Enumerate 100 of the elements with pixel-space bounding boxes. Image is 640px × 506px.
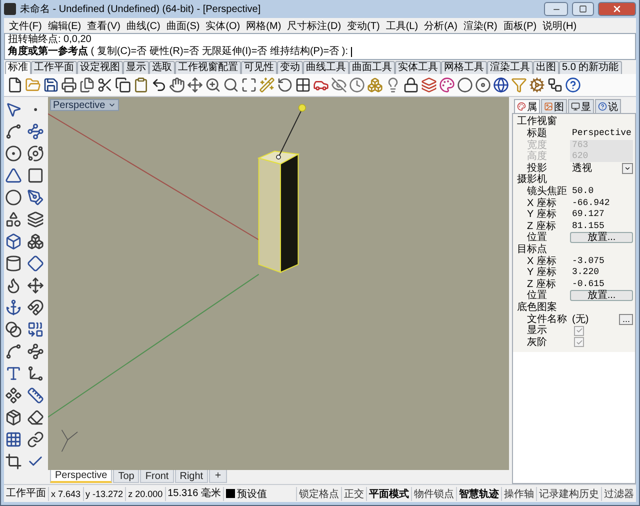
status-toggle[interactable]: 操作轴 [501,486,536,500]
waypoints-icon[interactable] [27,123,44,140]
toolbar-tab[interactable]: 实体工具 [395,61,441,74]
viewport-tab[interactable]: Front [140,470,174,483]
search-icon[interactable] [223,77,239,93]
menu-item[interactable]: 网格(M) [243,18,284,32]
property-value[interactable]: 50.0 [570,186,633,198]
toolbar-tab[interactable]: 显示 [123,61,149,74]
lock-icon[interactable] [403,77,419,93]
grid-icon[interactable] [5,431,22,448]
curve-icon[interactable] [5,123,22,140]
maximize-icon[interactable] [241,77,257,93]
cylinder-icon[interactable] [5,255,22,272]
workflow-icon[interactable] [547,77,563,93]
hand-icon[interactable] [169,77,185,93]
toolbar-tab[interactable]: 可见性 [241,61,277,74]
property-value[interactable]: -3.075 [570,256,633,267]
browse-button[interactable]: ... [619,314,633,325]
toolbar-tab[interactable]: 5.0 的新功能 [559,61,622,74]
property-value[interactable]: 69.127 [570,209,633,220]
combine-icon[interactable] [27,321,44,338]
menu-item[interactable]: 变动(T) [344,18,383,32]
menu-item[interactable]: 实体(O) [202,18,244,32]
panel-tab[interactable]: 图 [541,99,567,113]
scissors-icon[interactable] [97,77,113,93]
maximize-button[interactable] [572,2,594,16]
crop-icon[interactable] [5,453,22,470]
panel-tab[interactable]: 显 [568,99,594,113]
disc-icon[interactable] [475,77,491,93]
panel-tab[interactable]: 属 [514,99,540,113]
place-button[interactable]: 放置... [570,290,633,302]
status-toggle[interactable]: 记录建构历史 [536,486,601,500]
undo-icon[interactable] [151,77,167,93]
grid-icon[interactable] [295,77,311,93]
viewport-tab[interactable]: Perspective [50,470,112,483]
pen-icon[interactable] [27,189,44,206]
toolbar-tab[interactable]: 变动 [277,61,303,74]
menu-item[interactable]: 文件(F) [6,18,45,32]
layers-icon[interactable] [27,211,44,228]
component-icon[interactable] [5,387,22,404]
panel-tab[interactable]: 说 [595,99,621,113]
link-icon[interactable] [27,431,44,448]
clock-icon[interactable] [349,77,365,93]
help-icon[interactable] [565,77,581,93]
command-area[interactable]: 扭转轴终点: 0,0,20 角度或第一参考点 ( 复制(C)=否 硬性(R)=否 无限延伸(I)=否 维持结构(P)=否 ): [4,33,636,60]
property-value[interactable]: 3.220 [570,267,633,278]
status-toggle[interactable]: 智慧轨迹 [456,486,501,500]
move-icon[interactable] [27,277,44,294]
palette-icon[interactable] [439,77,455,93]
triangle-icon[interactable] [5,167,22,184]
gumball-handle[interactable] [276,104,306,160]
toolbar-tab[interactable]: 工作视窗配置 [175,61,241,74]
magnet-icon[interactable] [27,299,44,316]
status-toggle[interactable]: 过滤器 [601,486,636,500]
toolbar-tab[interactable]: 标准 [5,61,31,74]
layers-icon[interactable] [421,77,437,93]
place-button[interactable]: 放置... [570,232,633,244]
layer-name[interactable]: 预设值 [236,486,267,500]
property-value[interactable]: 81.155 [570,220,633,232]
checkbox[interactable] [574,337,584,348]
files-icon[interactable] [79,77,95,93]
projection-dropdown[interactable]: 透视 [570,162,633,174]
save-icon[interactable] [43,77,59,93]
text-icon[interactable] [5,365,22,382]
toolbar-tab[interactable]: 曲面工具 [349,61,395,74]
circle-icon[interactable] [5,189,22,206]
status-toggle[interactable]: 正交 [341,486,366,500]
anchor-icon[interactable] [5,299,22,316]
status-toggle[interactable]: 物件锁点 [411,486,456,500]
viewport-tab[interactable]: Top [113,470,140,483]
menu-item[interactable]: 渲染(R) [460,18,500,32]
menu-item[interactable]: 工具(L) [382,18,422,32]
file-icon[interactable] [7,77,23,93]
blend-icon[interactable] [5,321,22,338]
zoom-in-icon[interactable] [205,77,221,93]
move-icon[interactable] [187,77,203,93]
eye-off-icon[interactable] [331,77,347,93]
toolbar-tab[interactable]: 设定视图 [77,61,123,74]
package-icon[interactable] [5,409,22,426]
status-toggle[interactable]: 锁定格点 [296,486,341,500]
construction-plane-label[interactable]: 工作平面 [4,486,49,500]
scale-icon[interactable] [27,365,44,382]
copy-icon[interactable] [115,77,131,93]
diamond-icon[interactable] [27,255,44,272]
toolbar-tab[interactable]: 工作平面 [31,61,77,74]
close-button[interactable] [598,2,636,16]
menu-item[interactable]: 说明(H) [540,18,580,32]
add-viewport-button[interactable] [209,470,228,483]
eraser-icon[interactable] [27,409,44,426]
cog-icon[interactable] [529,77,545,93]
square-icon[interactable] [27,167,44,184]
status-toggle[interactable]: 平面模式 [366,486,411,500]
property-value[interactable]: -0.615 [570,278,633,290]
waypoints-icon[interactable] [27,343,44,360]
shapes-icon[interactable] [5,211,22,228]
toolbar-tab[interactable]: 渲染工具 [487,61,533,74]
clipboard-icon[interactable] [133,77,149,93]
checkbox[interactable] [574,326,584,336]
minimize-button[interactable] [544,2,568,16]
viewport-title[interactable]: Perspective [50,99,120,111]
